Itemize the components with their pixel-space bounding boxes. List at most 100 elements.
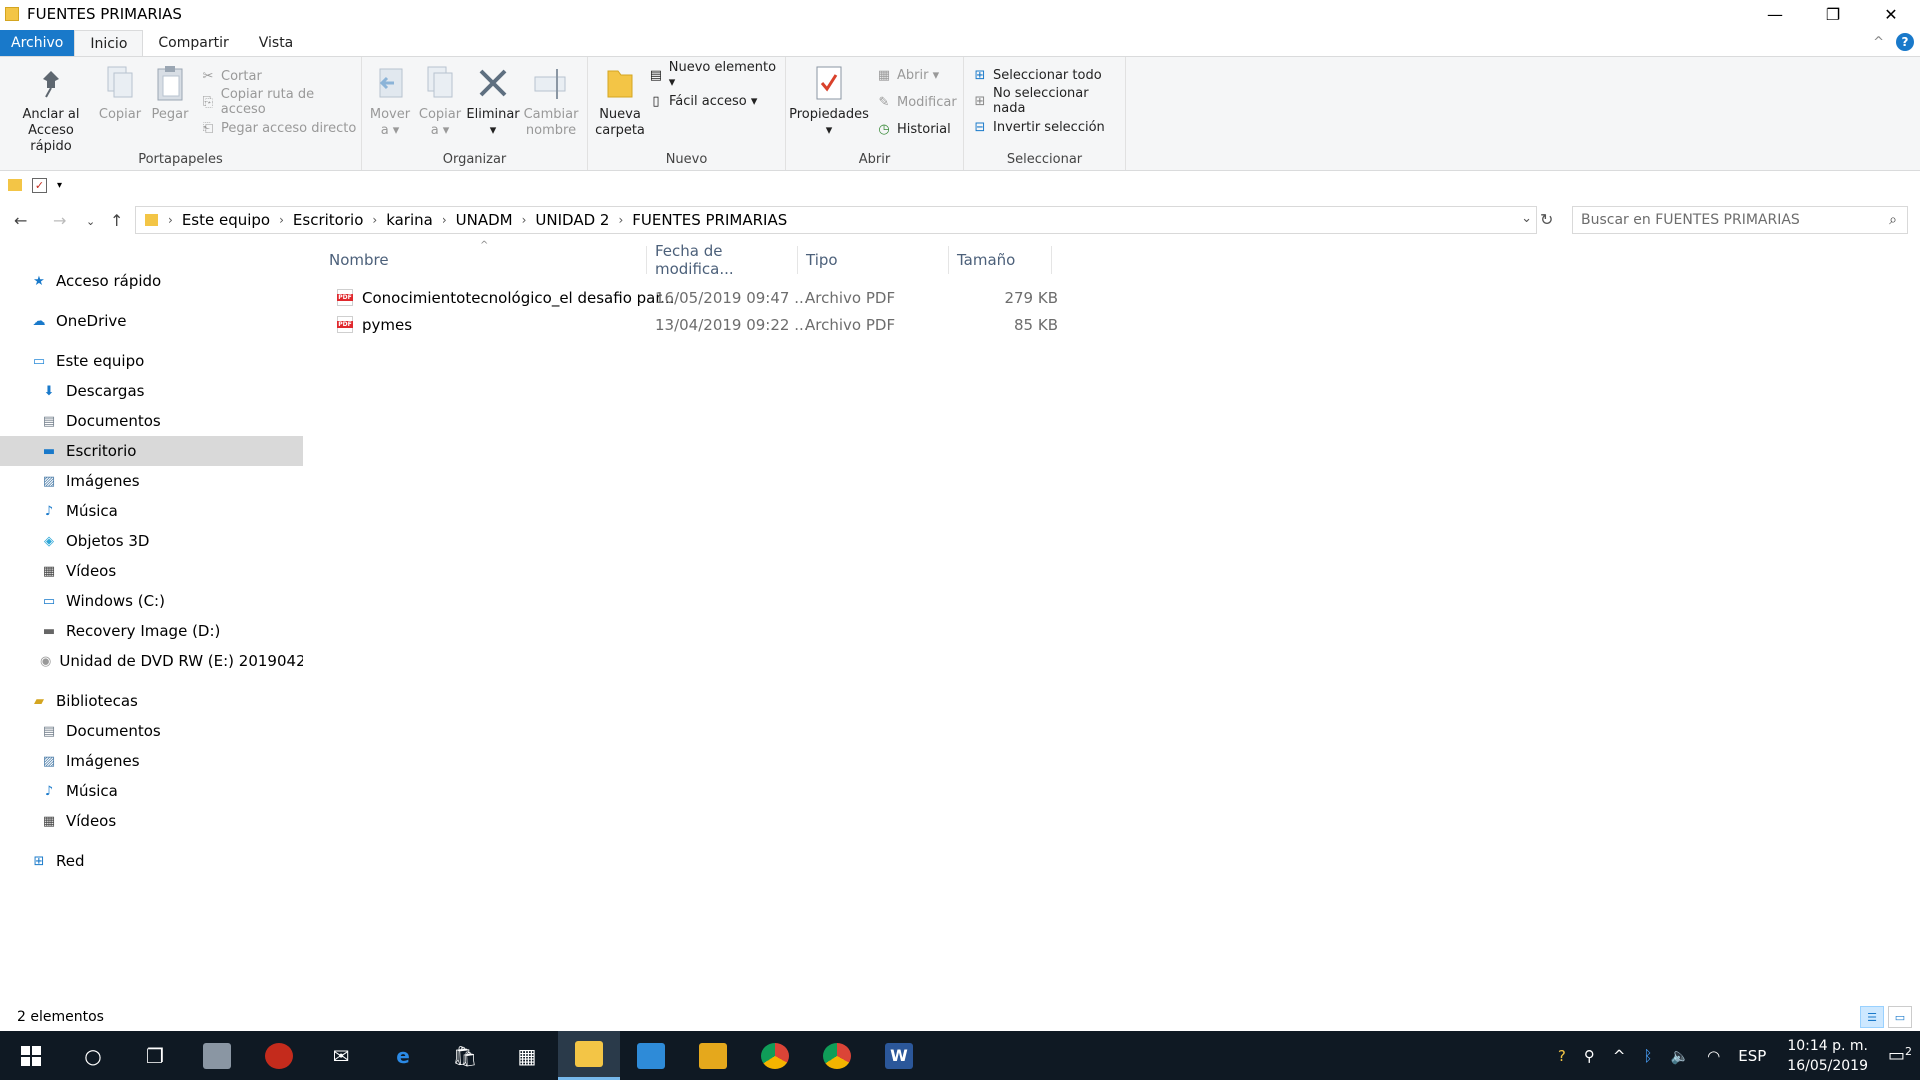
nav-drive-e[interactable]: ◉ Unidad de DVD RW (E:) 20190422_1: [0, 646, 303, 676]
customize-toolbar-icon[interactable]: ▾: [57, 180, 62, 191]
word-icon[interactable]: W: [868, 1031, 930, 1080]
bluetooth-icon[interactable]: ᛒ: [1643, 1047, 1652, 1065]
search-icon[interactable]: ⌕: [1889, 212, 1897, 228]
column-header-date[interactable]: Fecha de modifica...: [647, 242, 798, 278]
move-to-button[interactable]: Mover a ▾: [368, 63, 412, 139]
nav-videos[interactable]: ▦ Vídeos: [0, 556, 303, 586]
breadcrumb-desktop[interactable]: Escritorio: [293, 211, 363, 229]
nav-downloads[interactable]: ⬇ Descargas: [0, 376, 303, 406]
people-icon[interactable]: ⚲: [1584, 1047, 1595, 1065]
details-view-icon[interactable]: ☰: [1860, 1006, 1884, 1028]
edit-button[interactable]: ✎ Modificar: [876, 92, 957, 112]
nav-libraries[interactable]: ▰ Bibliotecas: [0, 686, 303, 716]
help-circle-icon[interactable]: ?: [1558, 1047, 1566, 1065]
column-header-name[interactable]: Nombre: [305, 246, 647, 274]
back-arrow-icon[interactable]: ←: [14, 211, 27, 230]
breadcrumb-unadm[interactable]: UNADM: [456, 211, 513, 229]
chrome-icon[interactable]: [744, 1031, 806, 1080]
nav-onedrive[interactable]: ☁ OneDrive: [0, 306, 303, 336]
breadcrumb-fuentes-primarias[interactable]: FUENTES PRIMARIAS: [632, 211, 787, 229]
chrome-icon-2[interactable]: [806, 1031, 868, 1080]
paste-shortcut-button[interactable]: ⎗ Pegar acceso directo: [200, 118, 357, 138]
paste-button[interactable]: Pegar: [148, 63, 192, 123]
breadcrumb-separator-icon[interactable]: ›: [279, 213, 284, 227]
ribbon-collapse-icon[interactable]: ^: [1873, 35, 1884, 50]
breadcrumb-this-pc[interactable]: Este equipo: [182, 211, 270, 229]
breadcrumb-unidad-2[interactable]: UNIDAD 2: [535, 211, 609, 229]
nav-drive-c[interactable]: ▭ Windows (C:): [0, 586, 303, 616]
nav-3d-objects[interactable]: ◈ Objetos 3D: [0, 526, 303, 556]
nav-lib-pictures[interactable]: ▨ Imágenes: [0, 746, 303, 776]
nav-this-pc[interactable]: ▭ Este equipo: [0, 346, 303, 376]
nav-quick-access[interactable]: ★ Acceso rápido: [0, 266, 303, 296]
breadcrumb-separator-icon[interactable]: ›: [522, 213, 527, 227]
store-icon[interactable]: 🛍: [434, 1031, 496, 1080]
task-view-icon[interactable]: ❐: [124, 1031, 186, 1080]
notification-center-icon[interactable]: ▭ 2: [1880, 1045, 1920, 1066]
forward-arrow-icon[interactable]: →: [53, 211, 66, 230]
wifi-icon[interactable]: ◠: [1707, 1047, 1720, 1065]
maximize-button[interactable]: ❐: [1804, 0, 1862, 28]
address-bar[interactable]: › Este equipo › Escritorio › karina › UN…: [135, 206, 1537, 234]
open-button[interactable]: ▦ Abrir ▾: [876, 65, 939, 85]
language-indicator[interactable]: ESP: [1738, 1047, 1766, 1065]
tab-view[interactable]: Vista: [244, 30, 309, 56]
tab-home[interactable]: Inicio: [74, 30, 144, 56]
select-none-button[interactable]: ⊞ No seleccionar nada: [972, 86, 1125, 116]
cortana-search-icon[interactable]: ○: [62, 1031, 124, 1080]
tab-file[interactable]: Archivo: [0, 30, 75, 56]
select-all-button[interactable]: ⊞ Seleccionar todo: [972, 65, 1102, 85]
breadcrumb-separator-icon[interactable]: ›: [372, 213, 377, 227]
rename-button[interactable]: Cambiar nombre: [524, 63, 578, 139]
large-icons-view-icon[interactable]: ▭: [1888, 1006, 1912, 1028]
edge-browser-icon[interactable]: e: [372, 1031, 434, 1080]
up-arrow-icon[interactable]: ↑: [110, 211, 123, 230]
history-button[interactable]: ◷ Historial: [876, 119, 950, 139]
easy-access-button[interactable]: ▯ Fácil acceso ▾: [648, 91, 757, 111]
app-scanner-icon[interactable]: [186, 1031, 248, 1080]
file-row[interactable]: Conocimientotecnológico_el desafio par..…: [325, 285, 1355, 311]
cut-button[interactable]: ✂ Cortar: [200, 66, 262, 86]
delete-button[interactable]: Eliminar ▾: [466, 63, 520, 139]
copy-to-button[interactable]: Copiar a ▾: [418, 63, 462, 139]
mail-icon[interactable]: ✉: [310, 1031, 372, 1080]
windows-start-icon[interactable]: [0, 1031, 62, 1080]
file-row[interactable]: pymes 13/04/2019 09:22 ... Archivo PDF 8…: [325, 312, 1355, 338]
nav-documents[interactable]: ▤ Documentos: [0, 406, 303, 436]
breadcrumb-separator-icon[interactable]: ›: [618, 213, 623, 227]
breadcrumb-separator-icon[interactable]: ›: [168, 213, 173, 227]
nav-lib-documents[interactable]: ▤ Documentos: [0, 716, 303, 746]
new-folder-button[interactable]: Nueva carpeta: [592, 63, 648, 139]
close-button[interactable]: ✕: [1862, 0, 1920, 28]
nav-lib-videos[interactable]: ▦ Vídeos: [0, 806, 303, 836]
nav-lib-music[interactable]: ♪ Música: [0, 776, 303, 806]
pin-quick-access-button[interactable]: Anclar al Acceso rápido: [8, 63, 94, 155]
properties-button[interactable]: Propiedades ▾: [789, 63, 869, 139]
help-icon[interactable]: ?: [1896, 33, 1914, 51]
copy-path-button[interactable]: ⎘ Copiar ruta de acceso: [200, 87, 361, 117]
nav-music[interactable]: ♪ Música: [0, 496, 303, 526]
refresh-icon[interactable]: ↻: [1540, 210, 1553, 229]
volume-icon[interactable]: 🔈: [1670, 1047, 1689, 1065]
column-header-size[interactable]: Tamaño: [949, 246, 1052, 274]
show-hidden-icons-icon[interactable]: ^: [1613, 1047, 1626, 1065]
new-item-button[interactable]: ▤ Nuevo elemento ▾: [648, 60, 785, 90]
breadcrumb-karina[interactable]: karina: [386, 211, 433, 229]
app-media-icon[interactable]: [248, 1031, 310, 1080]
address-dropdown-icon[interactable]: ⌄: [1521, 211, 1532, 226]
invert-selection-button[interactable]: ⊟ Invertir selección: [972, 117, 1105, 137]
recent-locations-icon[interactable]: ⌄: [86, 215, 95, 228]
tab-share[interactable]: Compartir: [143, 30, 243, 56]
nav-desktop[interactable]: ▬ Escritorio: [0, 436, 303, 466]
nav-pictures[interactable]: ▨ Imágenes: [0, 466, 303, 496]
search-input[interactable]: Buscar en FUENTES PRIMARIAS ⌕: [1572, 206, 1908, 234]
calculator-icon[interactable]: ▦: [496, 1031, 558, 1080]
game-app-icon[interactable]: [682, 1031, 744, 1080]
video-player-icon[interactable]: [620, 1031, 682, 1080]
minimize-button[interactable]: —: [1746, 0, 1804, 28]
file-explorer-icon[interactable]: [558, 1031, 620, 1080]
breadcrumb-separator-icon[interactable]: ›: [442, 213, 447, 227]
properties-check-icon[interactable]: ✓: [32, 177, 47, 193]
column-header-type[interactable]: Tipo: [798, 246, 949, 274]
nav-drive-d[interactable]: ▬ Recovery Image (D:): [0, 616, 303, 646]
